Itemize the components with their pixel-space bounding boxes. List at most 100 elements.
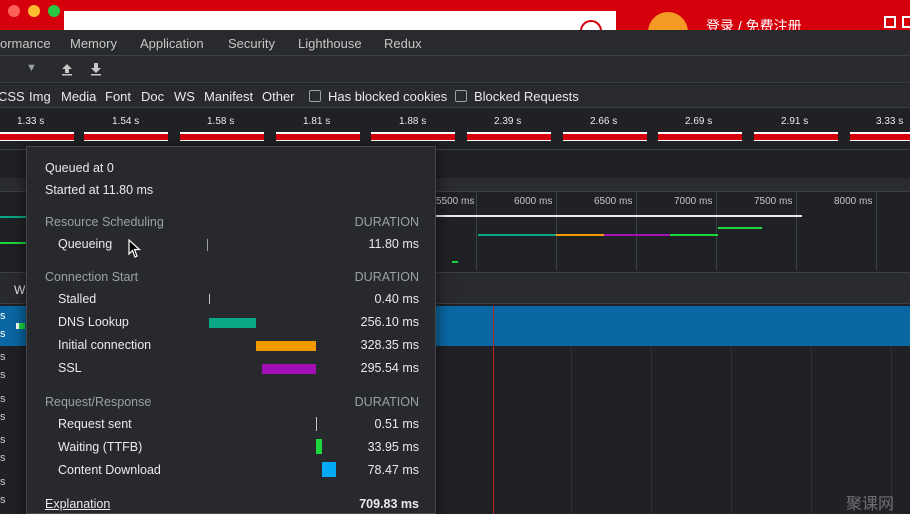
queued-at-text: Queued at 0 [45,161,114,175]
filter-media[interactable]: Media [61,89,96,104]
frame-thumbnail[interactable] [371,132,455,141]
request-sent-value: 0.51 ms [374,417,419,431]
row-fragment: s [0,452,6,464]
browser-page-strip: 登录 / 免费注册 [0,0,910,52]
timing-bar [207,239,208,251]
chevron-down-icon[interactable]: ▼ [26,62,37,74]
frame-thumbnail[interactable] [276,132,360,141]
square-icon[interactable] [884,16,896,28]
has-blocked-cookies-label[interactable]: Has blocked cookies [328,89,447,104]
overview-range-line [436,215,802,217]
row-fragment: s [0,434,6,446]
close-window-button[interactable] [8,5,20,17]
timing-bar [262,364,316,374]
upload-icon[interactable] [60,62,74,76]
section-connection-start: Connection Start [45,270,139,284]
tab-redux[interactable]: Redux [384,36,422,51]
ssl-value: 295.54 ms [360,361,419,375]
dns-lookup-value: 256.10 ms [360,315,419,329]
tab-application[interactable]: Application [140,36,204,51]
frame-thumbnail[interactable] [754,132,838,141]
frame-thumbnail[interactable] [658,132,742,141]
row-fragment: s [0,310,6,322]
watermark-logo: 聚课网 [846,496,895,513]
frame-time: 2.39 s [494,116,522,127]
dns-lookup-label: DNS Lookup [58,315,129,329]
overview-bar [604,234,670,236]
filter-css[interactable]: CSS [0,89,25,104]
timeline-tick-label: 6000 ms [514,196,553,207]
overview-bar [556,234,604,236]
queueing-value: 11.80 ms [368,237,420,251]
grid-line [731,346,732,514]
frame-thumbnail[interactable] [467,132,551,141]
overview-bar [718,227,762,229]
filter-other[interactable]: Other [262,89,295,104]
timing-bar [209,318,256,328]
tab-lighthouse[interactable]: Lighthouse [298,36,362,51]
filter-ws[interactable]: WS [174,89,195,104]
waiting-ttfb-value: 33.95 ms [367,440,419,454]
overview-bar [0,242,26,244]
blocked-requests-checkbox[interactable] [455,90,467,102]
queueing-label: Queueing [58,237,113,251]
ssl-label: SSL [58,361,82,375]
minimize-window-button[interactable] [28,5,40,17]
frame-time: 3.33 s [876,116,904,127]
frame-time: 2.91 s [781,116,809,127]
frame-time: 1.81 s [303,116,331,127]
frame-thumbnail[interactable] [850,132,910,141]
initial-connection-value: 328.35 ms [360,338,419,352]
timing-bar [256,341,316,351]
timeline-tick-label: 7500 ms [754,196,793,207]
network-toolbar: ▼ [0,56,910,83]
section-request-response: Request/Response [45,395,152,409]
frame-time: 1.33 s [17,116,45,127]
request-sent-label: Request sent [58,417,132,431]
timing-bar [322,462,336,477]
filter-manifest[interactable]: Manifest [204,89,253,104]
timeline-tick-label: 6500 ms [594,196,633,207]
filter-img[interactable]: Img [29,89,51,104]
explanation-link[interactable]: Explanation [45,497,110,511]
frame-thumbnail[interactable] [84,132,168,141]
frame-time: 2.69 s [685,116,713,127]
grid-line [651,346,652,514]
tab-performance[interactable]: ormance [0,36,51,51]
timing-bar [316,417,317,431]
content-download-value: 78.47 ms [367,463,419,477]
filmstrip: 1.33 s 1.54 s 1.58 s 1.81 s 1.88 s 2.39 … [0,108,910,150]
grid-line [716,192,717,270]
waterfall-bar [19,323,25,329]
row-fragment: s [0,494,6,506]
duration-header: DURATION [354,395,419,409]
overview-bar [0,216,26,218]
timeline-tick-label: 5500 ms [436,196,475,207]
tab-security[interactable]: Security [228,36,275,51]
duration-header: DURATION [354,215,419,229]
row-fragment: s [0,411,6,423]
filter-font[interactable]: Font [105,89,131,104]
filter-doc[interactable]: Doc [141,89,164,104]
total-duration: 709.83 ms [359,497,419,511]
stalled-label: Stalled [58,292,97,306]
timeline-tick-label: 7000 ms [674,196,713,207]
grid-line [811,346,812,514]
square-icon[interactable] [902,16,910,28]
column-header-waterfall[interactable]: W [14,283,25,297]
load-event-line [493,306,494,514]
timing-popover: Queued at 0 Started at 11.80 ms Resource… [26,146,436,514]
section-resource-scheduling: Resource Scheduling [45,215,164,229]
has-blocked-cookies-checkbox[interactable] [309,90,321,102]
page-search-area [64,11,616,30]
timing-bar [316,439,322,454]
initial-connection-label: Initial connection [58,338,152,352]
blocked-requests-label[interactable]: Blocked Requests [474,89,579,104]
frame-thumbnail[interactable] [0,132,74,141]
download-icon[interactable] [89,62,103,76]
zoom-window-button[interactable] [48,5,60,17]
duration-header: DURATION [354,270,419,284]
frame-thumbnail[interactable] [180,132,264,141]
tab-memory[interactable]: Memory [70,36,117,51]
frame-thumbnail[interactable] [563,132,647,141]
